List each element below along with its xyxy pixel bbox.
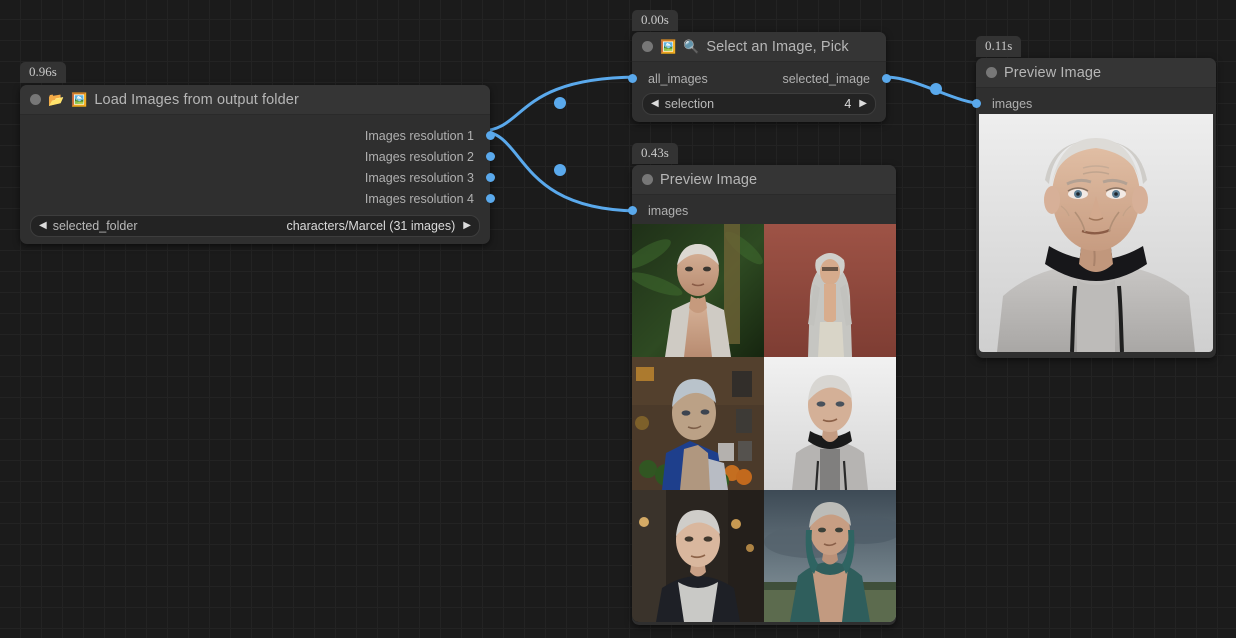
thumbnail-6[interactable] — [764, 490, 896, 622]
node-timing-badge-preview-grid: 0.43s — [632, 143, 678, 164]
widget-label: selected_folder — [53, 219, 138, 233]
link-midpoint-dot — [930, 83, 942, 95]
link-res1-to-allimages — [480, 77, 641, 131]
widget-label: selection — [665, 97, 714, 111]
link-res1-to-previewgrid — [480, 131, 641, 211]
input-slot-label-all-images: all_images — [648, 72, 708, 86]
thumbnail-1[interactable] — [632, 224, 764, 357]
preview-image-large[interactable] — [979, 114, 1213, 352]
node-header[interactable]: Preview Image — [632, 165, 896, 195]
widget-selected-folder[interactable]: ◀ selected_folder characters/Marcel (31 … — [30, 215, 480, 237]
slot-dot[interactable] — [486, 131, 495, 140]
output-slot-images-resolution-1[interactable]: Images resolution 1 — [20, 125, 490, 146]
collapse-dot[interactable] — [30, 94, 41, 105]
chevron-left-icon[interactable]: ◀ — [651, 99, 659, 109]
node-body: images — [632, 195, 896, 625]
input-slot-images[interactable]: images — [976, 93, 1216, 114]
widget-value: 4 — [844, 97, 851, 111]
node-timing-badge-load-images: 0.96s — [20, 62, 66, 83]
link-midpoint-dot — [554, 164, 566, 176]
node-preview-image-grid[interactable]: Preview Image images — [632, 165, 896, 625]
chevron-right-icon[interactable]: ▶ — [859, 99, 867, 109]
slot-label: Images resolution 2 — [365, 150, 474, 164]
magnifier-icon: 🔍 — [683, 40, 699, 53]
node-title: Select an Image, Pick — [706, 39, 848, 55]
thumbnail-2[interactable] — [764, 224, 896, 357]
slot-label: Images resolution 4 — [365, 192, 474, 206]
node-title: Preview Image — [660, 172, 757, 188]
node-preview-image-single[interactable]: Preview Image images — [976, 58, 1216, 358]
output-slot-dot-selected-image[interactable] — [882, 74, 891, 83]
output-slot-images-resolution-2[interactable]: Images resolution 2 — [20, 146, 490, 167]
node-body: Images resolution 1 Images resolution 2 … — [20, 115, 490, 244]
node-timing-badge-preview-single: 0.11s — [976, 36, 1021, 57]
slot-dot[interactable] — [972, 99, 981, 108]
slot-dot[interactable] — [486, 194, 495, 203]
preview-thumbnail-grid[interactable] — [632, 224, 896, 622]
node-load-images-from-output-folder[interactable]: 📂 🖼️ Load Images from output folder Imag… — [20, 85, 490, 244]
slot-label: Images resolution 1 — [365, 129, 474, 143]
thumbnail-5[interactable] — [632, 490, 764, 622]
slot-dot[interactable] — [486, 152, 495, 161]
node-title: Load Images from output folder — [94, 92, 299, 108]
node-header[interactable]: 📂 🖼️ Load Images from output folder — [20, 85, 490, 115]
widget-value: characters/Marcel (31 images) — [286, 219, 455, 233]
slot-label: Images resolution 3 — [365, 171, 474, 185]
node-title: Preview Image — [1004, 65, 1101, 81]
node-body: all_images selected_image ◀ selection 4 … — [632, 62, 886, 122]
output-slot-label-selected-image: selected_image — [782, 72, 870, 86]
thumbnail-4[interactable] — [764, 357, 896, 490]
slot-label: images — [992, 97, 1032, 111]
node-timing-badge-select-image: 0.00s — [632, 10, 678, 31]
thumbnail-3[interactable] — [632, 357, 764, 490]
output-slot-images-resolution-3[interactable]: Images resolution 3 — [20, 167, 490, 188]
slot-label: images — [648, 204, 688, 218]
input-slot-images[interactable]: images — [632, 200, 896, 221]
output-slot-images-resolution-4[interactable]: Images resolution 4 — [20, 188, 490, 209]
chevron-left-icon[interactable]: ◀ — [39, 221, 47, 231]
widget-selection[interactable]: ◀ selection 4 ▶ — [642, 93, 876, 115]
node-graph-canvas[interactable]: 0.96s 📂 🖼️ Load Images from output folde… — [0, 0, 1236, 638]
input-slot-dot-all-images[interactable] — [628, 74, 637, 83]
slot-dot[interactable] — [628, 206, 637, 215]
collapse-dot[interactable] — [642, 41, 653, 52]
chevron-right-icon[interactable]: ▶ — [463, 221, 471, 231]
slot-dot[interactable] — [486, 173, 495, 182]
node-body: images — [976, 88, 1216, 358]
slot-row-allimages-selectedimage[interactable]: all_images selected_image — [632, 68, 886, 89]
collapse-dot[interactable] — [986, 67, 997, 78]
link-selectedimage-to-preview — [886, 77, 986, 104]
node-header[interactable]: 🖼️ 🔍 Select an Image, Pick — [632, 32, 886, 62]
folder-icon: 📂 — [48, 93, 64, 106]
link-midpoint-dot — [554, 97, 566, 109]
collapse-dot[interactable] — [642, 174, 653, 185]
node-select-an-image-pick[interactable]: 🖼️ 🔍 Select an Image, Pick all_images se… — [632, 32, 886, 122]
image-icon: 🖼️ — [660, 40, 676, 53]
image-icon: 🖼️ — [71, 93, 87, 106]
node-header[interactable]: Preview Image — [976, 58, 1216, 88]
